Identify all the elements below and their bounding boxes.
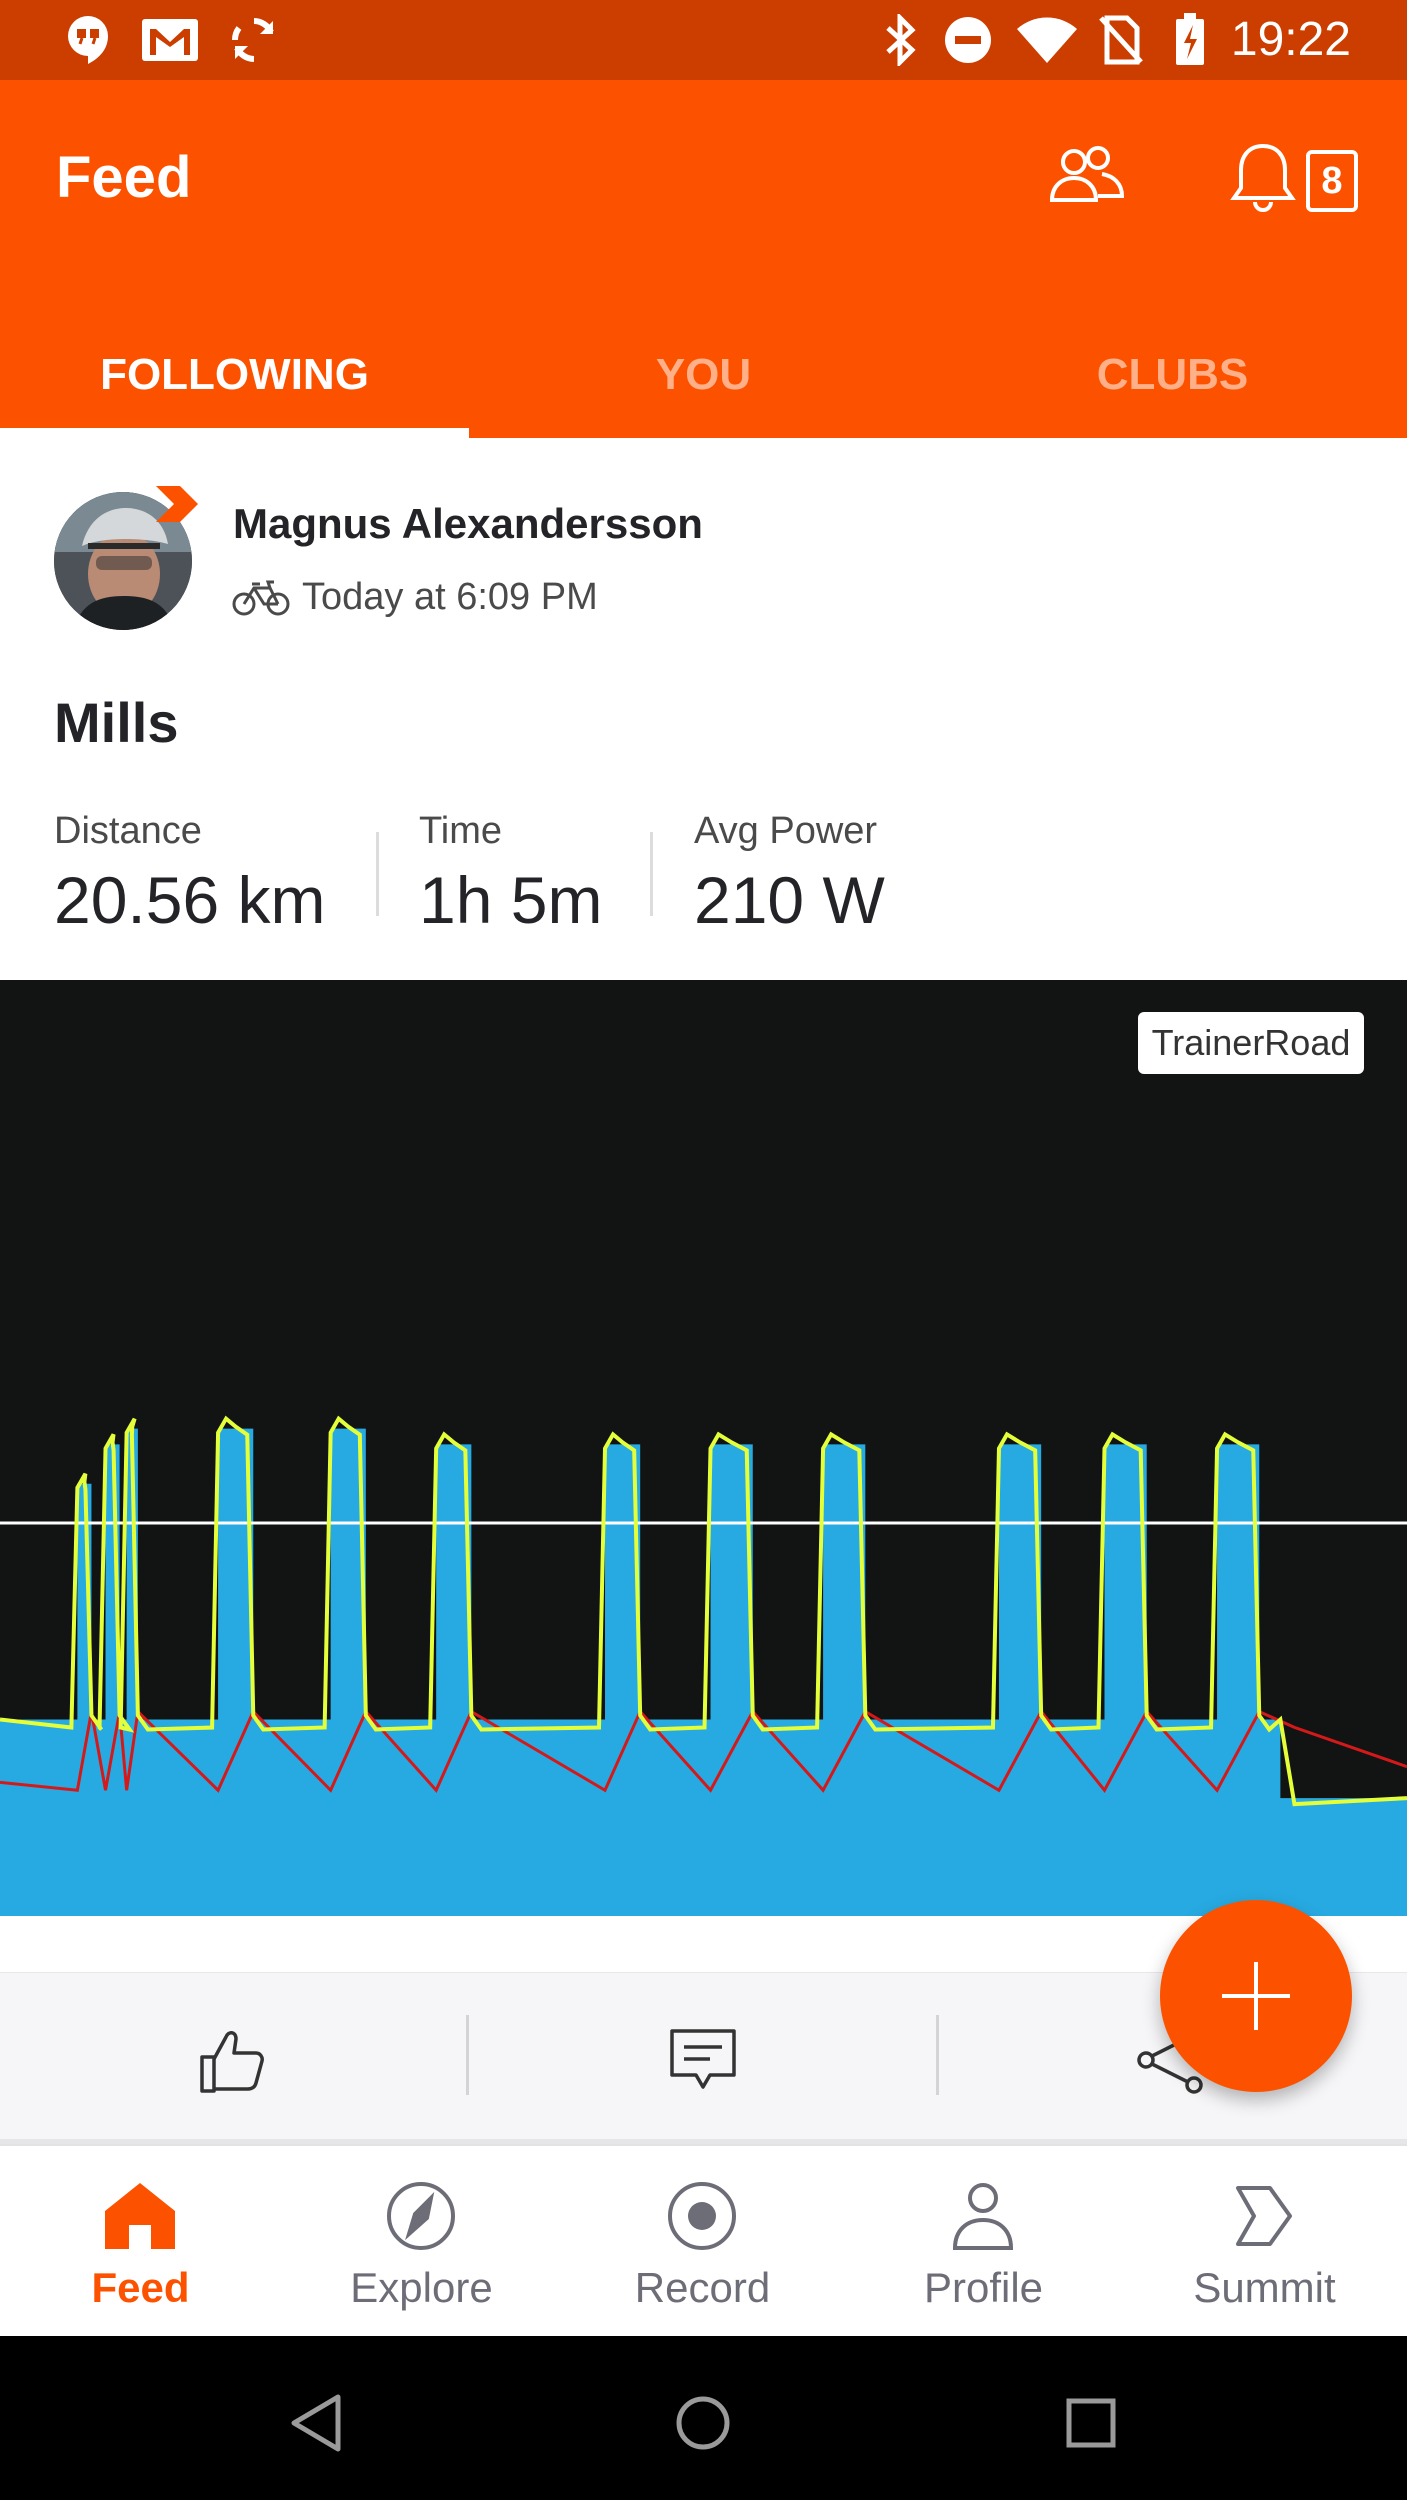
nav-item-record[interactable]: Record xyxy=(562,2146,843,2338)
home-icon xyxy=(100,2176,180,2256)
app-bar: Feed 8 FOLLOWING YOU CLUBS xyxy=(0,80,1407,438)
do-not-disturb-icon xyxy=(940,14,996,66)
sync-icon xyxy=(226,14,282,66)
stat-label-distance: Distance xyxy=(54,810,202,852)
stat-value-avg-power: 210 W xyxy=(694,863,885,937)
nav-item-summit[interactable]: Summit xyxy=(1124,2146,1405,2338)
stat-value-time: 1h 5m xyxy=(419,863,603,937)
nav-label: Profile xyxy=(923,2264,1044,2311)
stat-label-avg-power: Avg Power xyxy=(694,810,878,852)
home-circle-icon[interactable] xyxy=(668,2388,738,2458)
person-icon xyxy=(943,2176,1023,2256)
nav-label: Record xyxy=(634,2264,771,2311)
nav-item-feed[interactable]: Feed xyxy=(0,2146,281,2338)
add-button[interactable] xyxy=(1160,1900,1352,2092)
page-title: Feed xyxy=(56,145,192,210)
tab-following[interactable]: FOLLOWING xyxy=(0,330,469,420)
status-time: 19:22 xyxy=(1230,13,1351,66)
active-tab-indicator xyxy=(0,428,469,438)
system-navigation-bar xyxy=(0,2336,1407,2500)
plus-icon xyxy=(1222,1962,1290,2030)
activity-timestamp: Today at 6:09 PM xyxy=(302,576,598,618)
tab-you[interactable]: YOU xyxy=(469,330,938,420)
no-sim-icon xyxy=(1096,14,1146,66)
action-divider xyxy=(936,2015,939,2095)
target-power-area xyxy=(0,1428,1407,1916)
back-icon[interactable] xyxy=(280,2388,350,2458)
stat-divider xyxy=(376,832,379,916)
recents-icon[interactable] xyxy=(1056,2388,1126,2458)
action-divider xyxy=(466,2015,469,2095)
record-icon xyxy=(662,2176,742,2256)
thumbs-up-icon[interactable] xyxy=(196,2023,270,2102)
trainerroad-badge: TrainerRoad xyxy=(1138,1012,1364,1074)
compass-icon xyxy=(381,2176,461,2256)
nav-label: Explore xyxy=(350,2264,493,2311)
stat-label-time: Time xyxy=(419,810,503,852)
activity-title[interactable]: Mills xyxy=(54,690,178,755)
wifi-icon xyxy=(1012,14,1082,66)
bottom-navigation: Feed Explore Record Profile Summit xyxy=(0,2144,1407,2338)
nav-item-explore[interactable]: Explore xyxy=(281,2146,562,2338)
chart-svg xyxy=(0,1415,1407,1916)
status-bar: 19:22 xyxy=(0,0,1407,80)
premium-badge-icon xyxy=(152,480,202,535)
nav-label: Summit xyxy=(1193,2264,1336,2311)
gmail-icon xyxy=(140,14,200,66)
nav-item-profile[interactable]: Profile xyxy=(843,2146,1124,2338)
tab-clubs[interactable]: CLUBS xyxy=(938,330,1407,420)
bluetooth-icon xyxy=(876,14,926,66)
find-friends-icon[interactable] xyxy=(1046,144,1126,209)
comment-icon[interactable] xyxy=(668,2025,738,2100)
summit-icon xyxy=(1224,2176,1304,2256)
bike-icon xyxy=(232,578,290,623)
nav-label: Feed xyxy=(91,2264,190,2311)
hangouts-icon xyxy=(62,14,114,66)
stat-value-distance: 20.56 km xyxy=(54,863,326,937)
notification-count-badge[interactable]: 8 xyxy=(1306,150,1358,212)
notifications-bell-icon[interactable] xyxy=(1228,140,1298,223)
athlete-name[interactable]: Magnus Alexandersson xyxy=(233,500,703,548)
battery-charging-icon xyxy=(1168,13,1212,66)
workout-power-chart[interactable]: TrainerRoad xyxy=(0,980,1407,1916)
stat-divider xyxy=(650,832,653,916)
